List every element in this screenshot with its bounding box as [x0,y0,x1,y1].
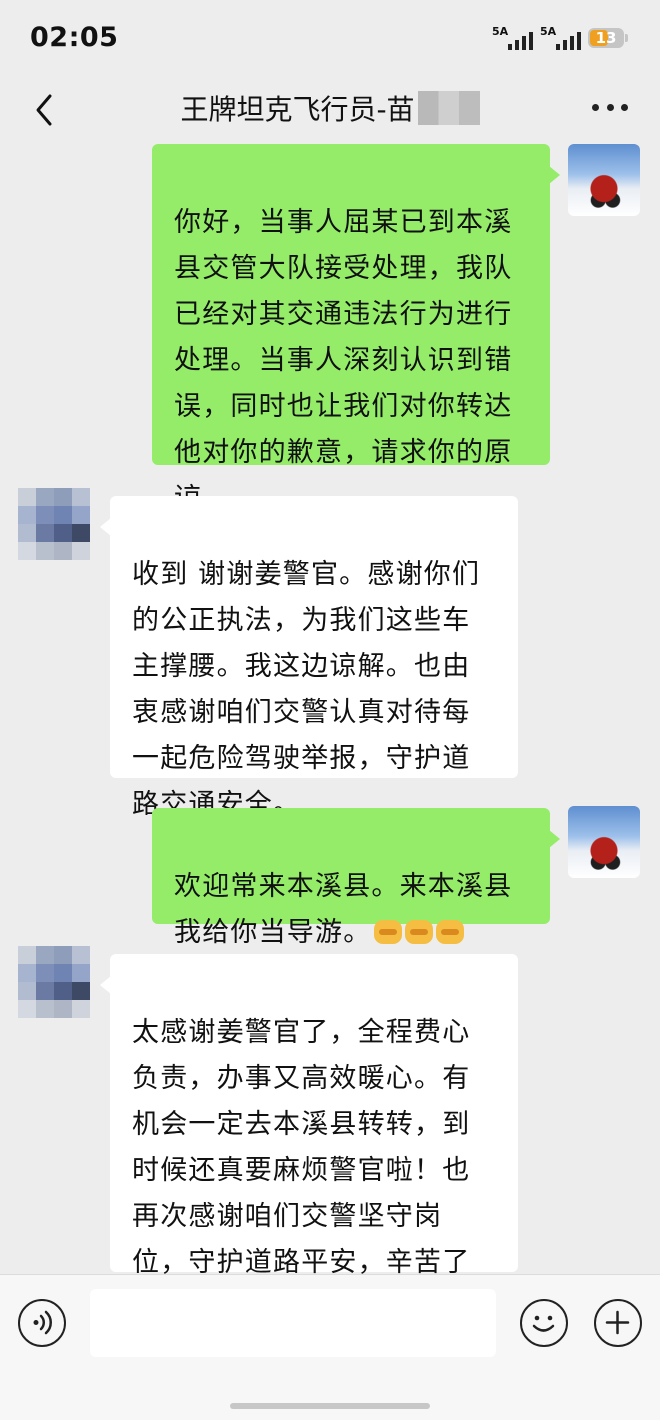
plus-icon[interactable] [594,1299,642,1347]
signal-icon: 5A [540,26,584,52]
my-message-bubble[interactable]: 欢迎常来本溪县。来本溪县 我给你当导游。 [152,808,560,948]
signal-icon: 5A [492,26,536,52]
contact-avatar-blurred[interactable] [18,946,90,1018]
handshake-emoji-icon [374,920,403,944]
my-avatar[interactable] [568,144,640,216]
message-list[interactable]: 你好，当事人屈某已到本溪 县交管大队接受处理，我队 已经对其交通违法行为进行 处… [0,144,660,1274]
status-bar: 02:05 5A 5A 13 [0,0,660,78]
voice-icon[interactable] [18,1299,66,1347]
handshake-emoji-icon [436,920,465,944]
message-text: 收到 谢谢姜警官。感谢你们 的公正执法，为我们这些车 主撑腰。我这边谅解。也由 … [132,559,481,820]
battery-icon: 13 [588,28,628,48]
battery-level: 13 [595,29,617,47]
chat-input-bar [0,1274,660,1420]
chat-title: 王牌坦克飞行员-苗 [0,90,660,130]
redacted-name-mosaic [417,91,480,125]
message-text: 你好，当事人屈某已到本溪 县交管大队接受处理，我队 已经对其交通违法行为进行 处… [174,207,513,514]
contact-message-bubble[interactable]: 收到 谢谢姜警官。感谢你们 的公正执法，为我们这些车 主撑腰。我这边谅解。也由 … [100,496,518,820]
contact-avatar-blurred[interactable] [18,488,90,560]
more-dots-icon[interactable] [592,104,628,114]
message-text: 太感谢姜警官了，全程费心 负责，办事又高效暖心。有 机会一定去本溪县转转，到 时… [132,1017,471,1274]
handshake-emoji-icon [405,920,434,944]
contact-message-bubble[interactable]: 太感谢姜警官了，全程费心 负责，办事又高效暖心。有 机会一定去本溪县转转，到 时… [100,954,518,1274]
chat-header: 王牌坦克飞行员-苗 [0,78,660,144]
my-message-bubble[interactable]: 你好，当事人屈某已到本溪 县交管大队接受处理，我队 已经对其交通违法行为进行 处… [152,144,560,514]
chat-title-text: 王牌坦克飞行员-苗 [180,93,415,126]
status-time: 02:05 [30,22,119,53]
network-type-label: 5A [540,25,557,38]
emoji-icon[interactable] [520,1299,568,1347]
home-indicator[interactable] [230,1403,430,1409]
network-type-label: 5A [492,25,509,38]
my-avatar[interactable] [568,806,640,878]
message-input[interactable] [90,1289,496,1357]
